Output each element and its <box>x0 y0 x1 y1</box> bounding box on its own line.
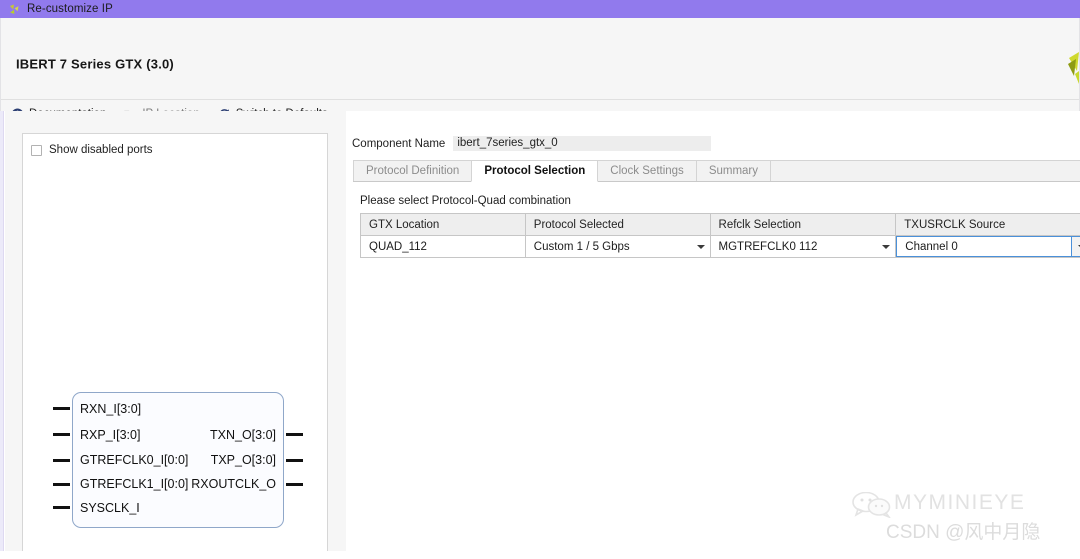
refclk-selection-value: MGTREFCLK0 112 <box>718 240 818 253</box>
column-header-txusrclk-source[interactable]: TXUSRCLK Source <box>896 214 1080 235</box>
column-header-protocol-selected[interactable]: Protocol Selected <box>526 214 711 235</box>
left-accent-rail <box>0 111 4 551</box>
ip-block-symbol: RXN_I[3:0] RXP_I[3:0] GTREFCLK0_I[0:0] G… <box>53 392 303 528</box>
table-header-row: GTX Location Protocol Selected Refclk Se… <box>361 214 1080 236</box>
column-header-gtx-location[interactable]: GTX Location <box>361 214 526 235</box>
column-header-refclk-selection[interactable]: Refclk Selection <box>711 214 897 235</box>
tab-clock-settings[interactable]: Clock Settings <box>597 160 697 181</box>
window-titlebar: Re-customize IP <box>0 0 1080 18</box>
port-label-gtrefclk0-i: GTREFCLK0_I[0:0] <box>80 453 189 467</box>
ip-symbol-pane: Show disabled ports RXN_I[3:0] RXP_I[3:0… <box>5 111 346 551</box>
settings-tabstrip: Protocol Definition Protocol Selection C… <box>353 160 1080 182</box>
pin-stub-txn-o <box>286 433 303 436</box>
pin-stub-gtrefclk0-i <box>53 459 70 462</box>
chevron-down-icon[interactable] <box>1071 237 1080 256</box>
port-label-rxoutclk-o: RXOUTCLK_O <box>191 477 276 491</box>
txusrclk-source-dropdown[interactable]: Channel 0 <box>896 236 1080 257</box>
ip-settings-pane: Component Name Protocol Definition Proto… <box>346 111 1080 551</box>
xilinx-logo-icon <box>1037 44 1079 94</box>
table-row: QUAD_112 Custom 1 / 5 Gbps MGTREFCLK0 11… <box>361 236 1080 258</box>
protocol-selected-value: Custom 1 / 5 Gbps <box>533 240 630 253</box>
pin-stub-gtrefclk1-i <box>53 483 70 486</box>
tab-protocol-definition[interactable]: Protocol Definition <box>353 160 473 181</box>
page-title: IBERT 7 Series GTX (3.0) <box>16 56 174 72</box>
txusrclk-source-value: Channel 0 <box>905 240 958 253</box>
show-disabled-ports-label: Show disabled ports <box>49 144 153 156</box>
port-label-rxp-i: RXP_I[3:0] <box>80 428 141 442</box>
pin-stub-rxoutclk-o <box>286 483 303 486</box>
ip-body: Show disabled ports RXN_I[3:0] RXP_I[3:0… <box>0 111 1080 551</box>
window-title: Re-customize IP <box>27 3 113 15</box>
checkbox-box[interactable] <box>31 144 42 156</box>
xilinx-logo-icon <box>8 3 21 16</box>
port-label-gtrefclk1-i: GTREFCLK1_I[0:0] <box>80 477 189 491</box>
component-name-label: Component Name <box>352 137 446 150</box>
show-disabled-ports-checkbox[interactable]: Show disabled ports <box>31 144 153 156</box>
chevron-down-icon[interactable] <box>877 236 895 257</box>
tab-summary[interactable]: Summary <box>695 160 772 181</box>
ip-symbol-panel: Show disabled ports RXN_I[3:0] RXP_I[3:0… <box>22 133 328 551</box>
port-label-sysclk-i: SYSCLK_I <box>80 501 140 515</box>
pin-stub-rxp-i <box>53 433 70 436</box>
re-customize-ip-window: Re-customize IP IBERT 7 Series GTX (3.0) <box>0 0 1080 551</box>
cell-txusrclk-source[interactable]: Channel 0 <box>896 236 1080 257</box>
component-name-input[interactable] <box>453 136 712 151</box>
cell-protocol-selected[interactable]: Custom 1 / 5 Gbps <box>526 236 711 257</box>
refclk-selection-dropdown[interactable]: MGTREFCLK0 112 <box>711 236 896 257</box>
tab-protocol-selection[interactable]: Protocol Selection <box>471 160 599 182</box>
tabstrip-filler <box>770 160 1080 181</box>
pin-stub-txp-o <box>286 459 303 462</box>
cell-gtx-location: QUAD_112 <box>361 236 526 257</box>
cell-refclk-selection[interactable]: MGTREFCLK0 112 <box>711 236 897 257</box>
protocol-quad-hint: Please select Protocol-Quad combination <box>360 195 571 207</box>
port-label-txp-o: TXP_O[3:0] <box>210 453 276 467</box>
chevron-down-icon[interactable] <box>692 236 710 257</box>
port-label-txn-o: TXN_O[3:0] <box>210 428 276 442</box>
protocol-selected-dropdown[interactable]: Custom 1 / 5 Gbps <box>526 236 710 257</box>
port-label-rxn-i: RXN_I[3:0] <box>80 402 142 416</box>
pin-stub-sysclk-i <box>53 506 70 509</box>
protocol-quad-table: GTX Location Protocol Selected Refclk Se… <box>360 213 1080 258</box>
pin-stub-rxn-i <box>53 407 70 410</box>
component-name-row: Component Name <box>352 136 712 151</box>
ip-header: IBERT 7 Series GTX (3.0) Documentation <box>0 18 1080 120</box>
